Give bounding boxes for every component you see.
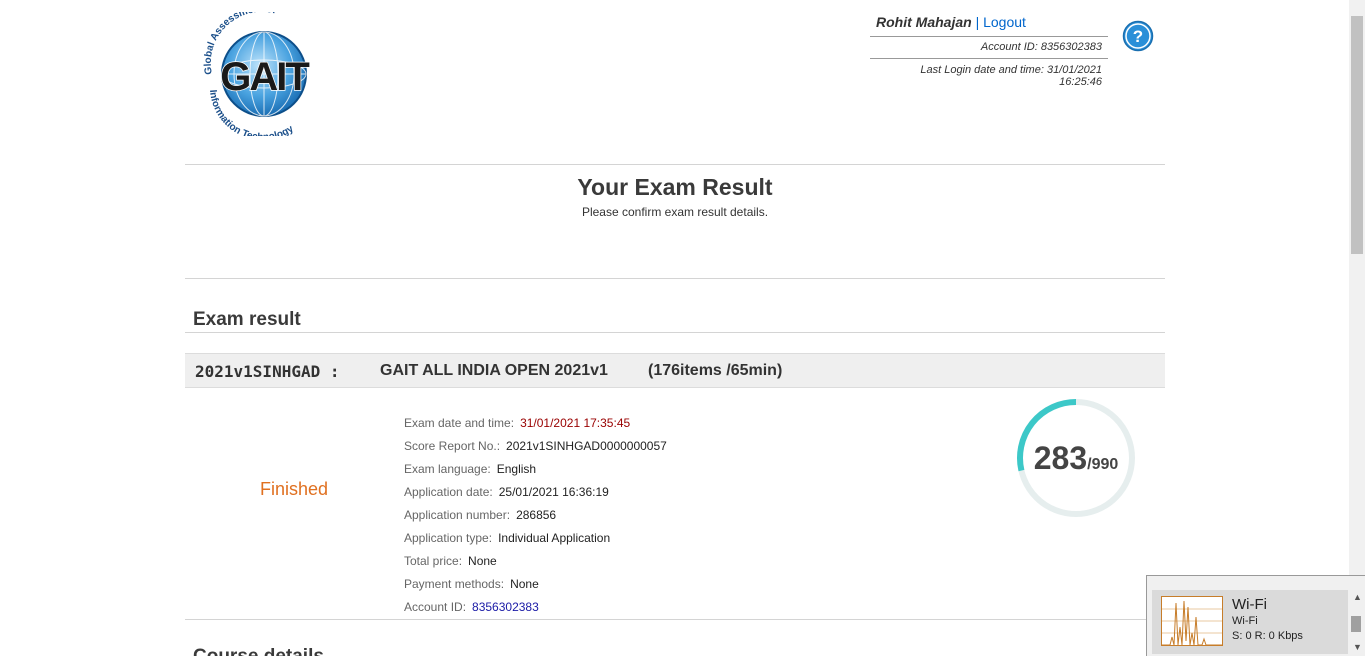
detail-value: 25/01/2021 16:36:19 xyxy=(498,485,609,499)
exam-result-page: Global Assessment of Information Technol… xyxy=(0,0,1365,656)
wifi-item[interactable]: Wi-Fi Wi-Fi S: 0 R: 0 Kbps xyxy=(1152,590,1348,654)
page-title: Your Exam Result xyxy=(577,174,773,200)
user-name: Rohit Mahajan xyxy=(876,14,972,30)
wifi-scroll-thumb[interactable] xyxy=(1351,616,1361,632)
wifi-subtitle: Wi-Fi xyxy=(1232,615,1258,627)
course-details-heading: Course details xyxy=(193,646,324,656)
user-info: Rohit Mahajan | Logout Account ID: 83563… xyxy=(870,12,1108,93)
page-scrollbar-thumb[interactable] xyxy=(1351,16,1363,254)
detail-row: Application date: 25/01/2021 16:36:19 xyxy=(404,484,667,507)
detail-label: Exam language: xyxy=(404,462,491,476)
detail-label: Total price: xyxy=(404,554,463,568)
exam-meta: (176items /65min) xyxy=(648,362,783,379)
wifi-title: Wi-Fi xyxy=(1232,596,1267,613)
logo-main-text: GAIT xyxy=(220,55,309,99)
detail-row: Score Report No.: 2021v1SINHGAD0000000057 xyxy=(404,438,667,461)
wifi-rate: S: 0 R: 0 Kbps xyxy=(1232,630,1303,642)
scroll-up-icon[interactable]: ▲ xyxy=(1353,592,1362,602)
exam-details: Exam date and time: 31/01/2021 17:35:45 S… xyxy=(404,415,667,622)
details-divider xyxy=(185,619,1165,620)
detail-value: None xyxy=(510,577,539,591)
wifi-scrollbar[interactable]: ▲ ▼ xyxy=(1349,590,1365,656)
user-line: Rohit Mahajan | Logout xyxy=(870,12,1108,37)
account-id-link[interactable]: 8356302383 xyxy=(472,600,539,614)
section-divider xyxy=(185,332,1165,333)
exam-code: 2021v1SINHGAD : xyxy=(195,362,340,381)
detail-row: Exam date and time: 31/01/2021 17:35:45 xyxy=(404,415,667,438)
logout-link[interactable]: Logout xyxy=(983,14,1026,30)
last-login-line: Last Login date and time: 31/01/2021 16:… xyxy=(920,64,1102,88)
detail-label: Application date: xyxy=(404,485,493,499)
detail-value: English xyxy=(496,462,537,476)
user-separator: | xyxy=(975,14,980,30)
score-text: 283/990 xyxy=(1015,440,1137,477)
score-value: 283 xyxy=(1033,440,1088,476)
account-id-line: Account ID: 8356302383 xyxy=(870,37,1108,59)
detail-value: Individual Application xyxy=(498,531,611,545)
exam-result-heading: Exam result xyxy=(193,309,301,330)
header-divider xyxy=(185,164,1165,165)
detail-label: Score Report No.: xyxy=(404,439,501,453)
help-button[interactable]: ? xyxy=(1122,20,1154,52)
detail-row: Total price: None xyxy=(404,553,667,576)
detail-label: Application number: xyxy=(404,508,511,522)
help-glyph: ? xyxy=(1133,27,1143,46)
detail-row: Application type: Individual Application xyxy=(404,530,667,553)
detail-label: Payment methods: xyxy=(404,577,505,591)
page-subtitle: Please confirm exam result details. xyxy=(581,205,769,219)
detail-value: 31/01/2021 17:35:45 xyxy=(520,416,631,430)
gait-logo: Global Assessment of Information Technol… xyxy=(190,4,338,143)
wifi-traffic-graph xyxy=(1161,596,1223,646)
score-max: /990 xyxy=(1087,456,1119,473)
exam-status: Finished xyxy=(260,479,329,499)
scroll-down-icon[interactable]: ▼ xyxy=(1353,642,1362,652)
detail-value: 2021v1SINHGAD0000000057 xyxy=(506,439,667,453)
detail-value: None xyxy=(468,554,497,568)
title-divider xyxy=(185,278,1165,279)
detail-value: 286856 xyxy=(516,508,557,522)
exam-name: GAIT ALL INDIA OPEN 2021v1 xyxy=(380,362,608,379)
detail-label: Exam date and time: xyxy=(404,416,515,430)
detail-label: Application type: xyxy=(404,531,493,545)
help-icon: ? xyxy=(1122,20,1154,52)
exam-header-bar: 2021v1SINHGAD : GAIT ALL INDIA OPEN 2021… xyxy=(185,353,1165,388)
wifi-monitor-popup: Wi-Fi Wi-Fi S: 0 R: 0 Kbps ▲ ▼ xyxy=(1146,575,1365,656)
detail-label: Account ID: xyxy=(404,600,467,614)
detail-row: Exam language: English xyxy=(404,461,667,484)
detail-row: Application number: 286856 xyxy=(404,507,667,530)
detail-row: Payment methods: None xyxy=(404,576,667,599)
